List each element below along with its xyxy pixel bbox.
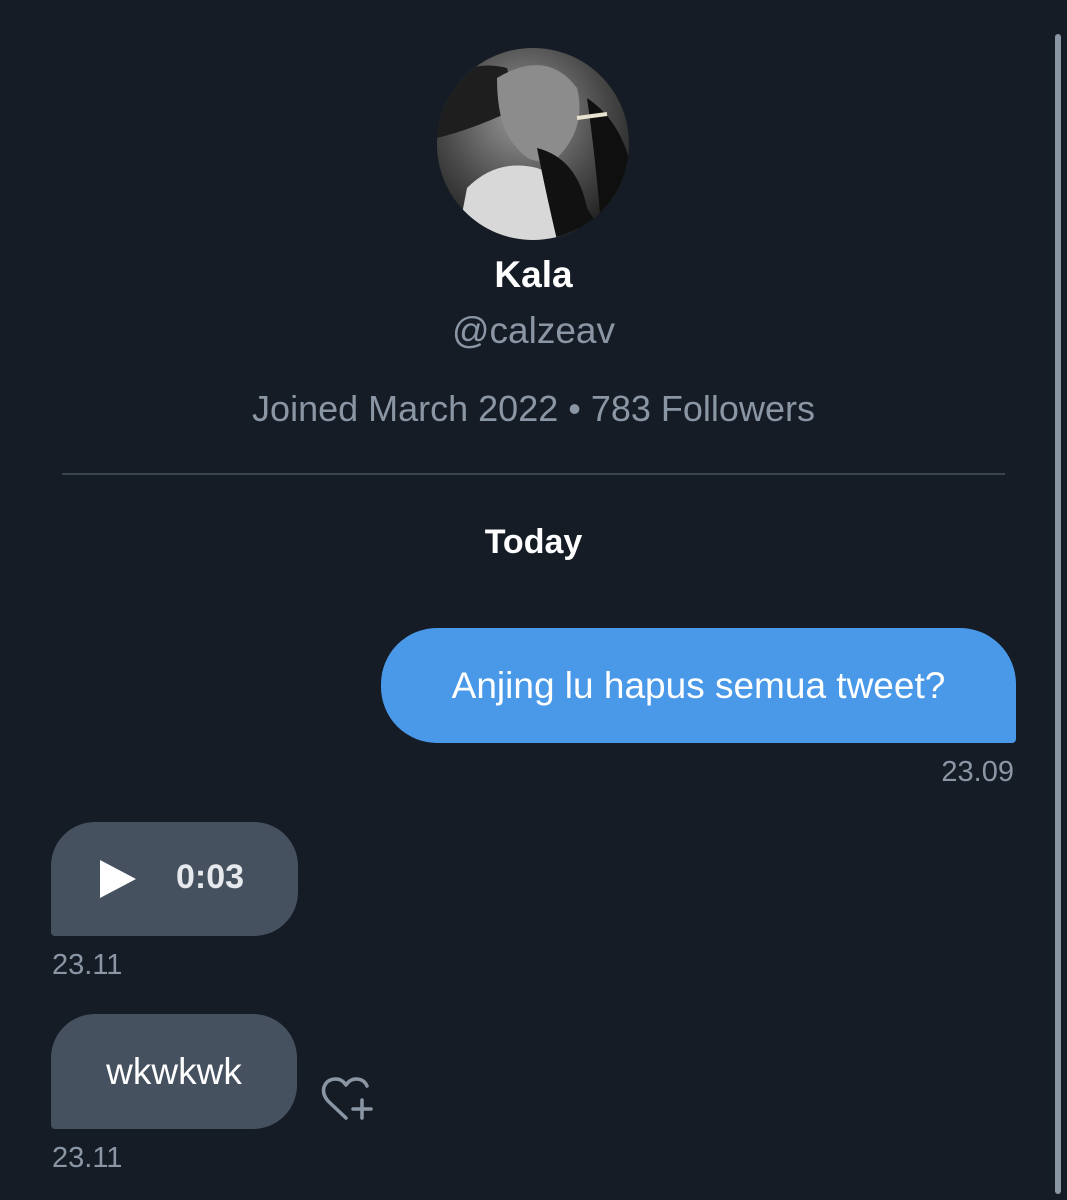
message-text: wkwkwk — [106, 1050, 242, 1092]
scrollbar[interactable] — [1055, 34, 1061, 1194]
profile-meta: Joined March 2022 • 783 Followers — [252, 388, 815, 429]
voice-message-bubble[interactable]: 0:03 — [51, 822, 298, 936]
divider — [62, 473, 1005, 475]
message-bubble-received[interactable]: wkwkwk — [51, 1014, 297, 1129]
audio-duration: 0:03 — [176, 858, 245, 896]
message-time: 23.09 — [941, 756, 1014, 788]
play-icon[interactable] — [100, 860, 136, 898]
avatar-photo — [437, 48, 629, 240]
profile-name[interactable]: Kala — [0, 254, 1067, 296]
date-header: Today — [484, 523, 583, 561]
heart-add-icon[interactable] — [320, 1074, 376, 1124]
avatar[interactable] — [437, 48, 629, 240]
profile-handle[interactable]: @calzeav — [0, 310, 1067, 352]
message-time: 23.11 — [52, 1142, 123, 1174]
message-time: 23.11 — [52, 949, 123, 981]
message-bubble-sent[interactable]: Anjing lu hapus semua tweet? — [381, 628, 1016, 743]
message-text: Anjing lu hapus semua tweet? — [451, 664, 946, 706]
